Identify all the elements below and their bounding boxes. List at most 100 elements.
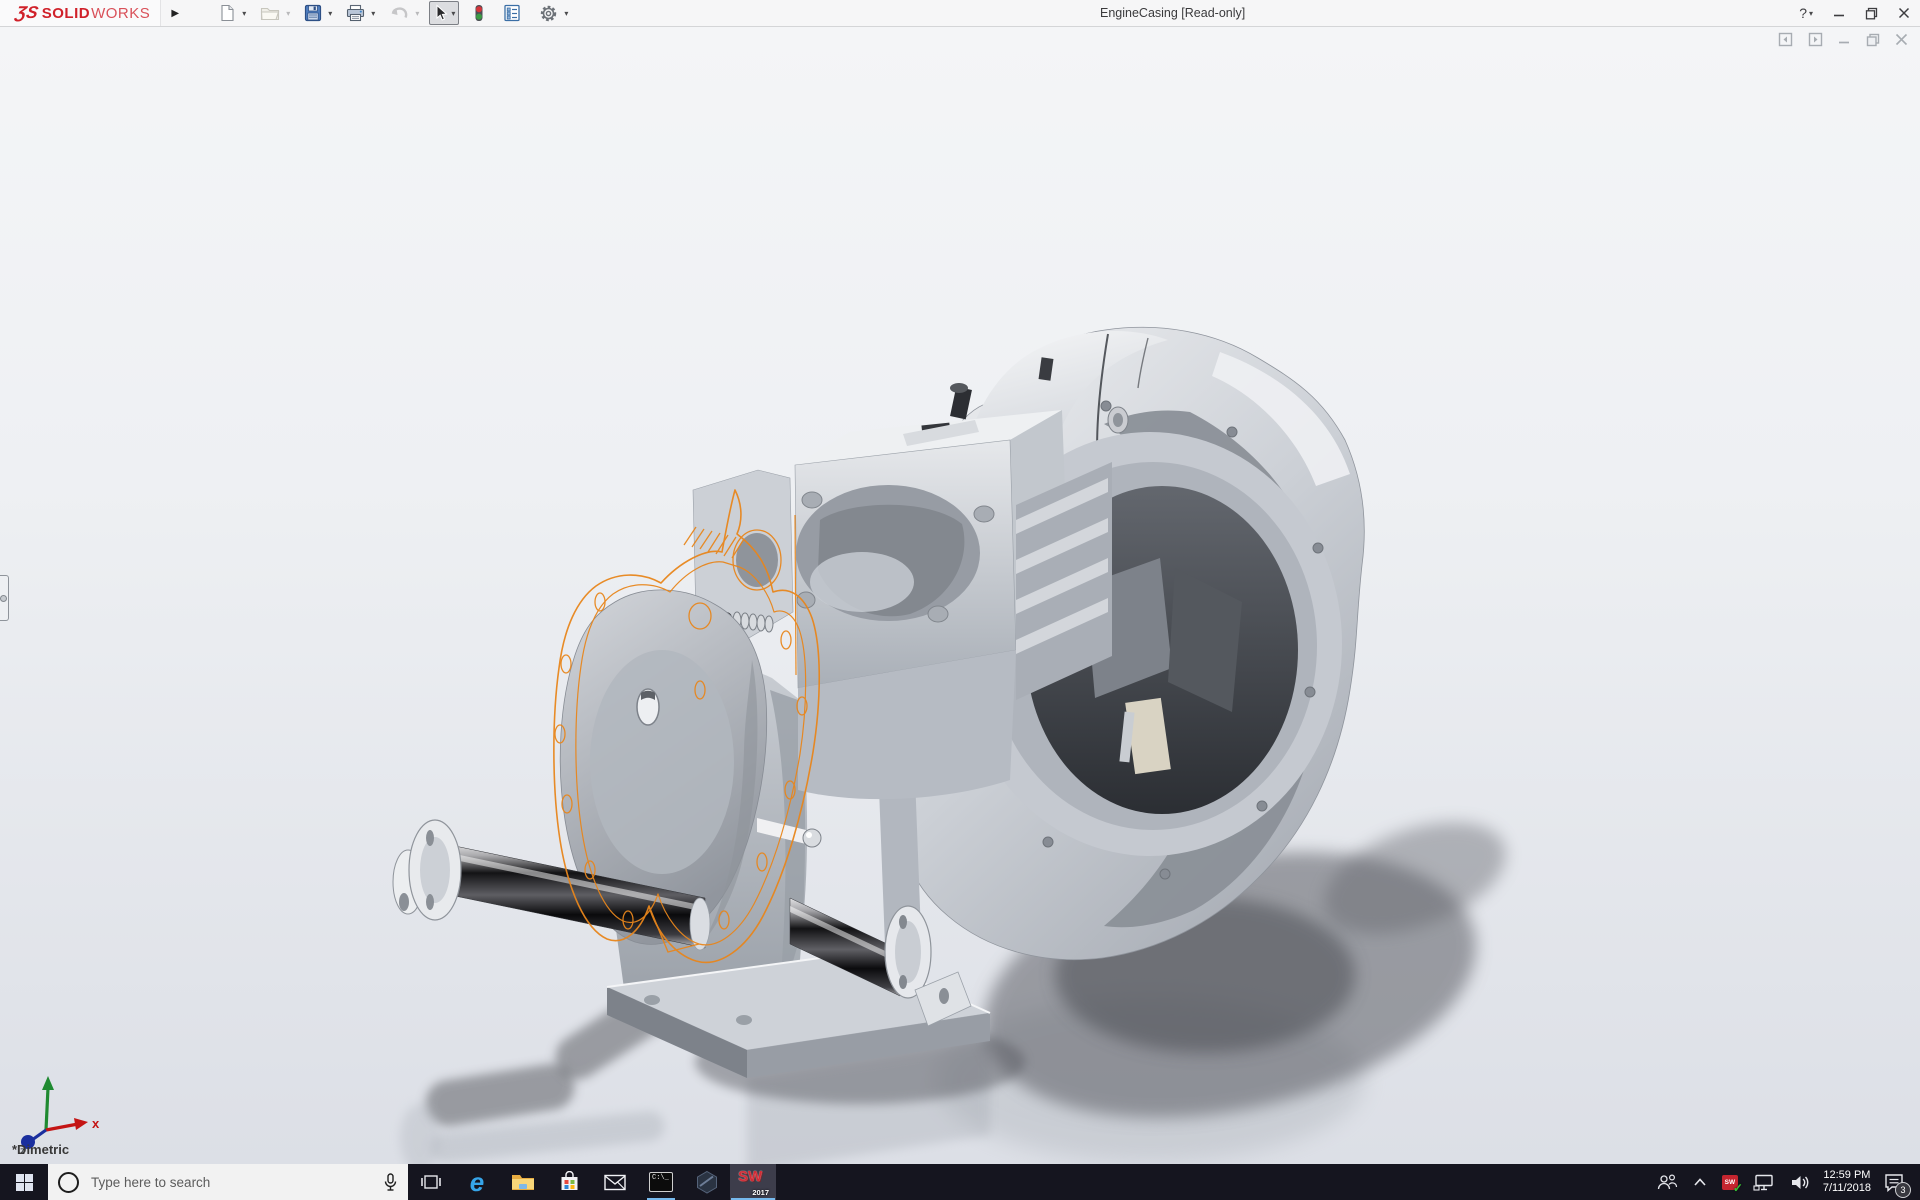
store-icon — [561, 1171, 577, 1190]
taskbar-app-solidworks[interactable]: SW 2017 — [730, 1164, 776, 1200]
view-orientation-label: *Dimetric — [12, 1142, 70, 1157]
brand-name-light: WORKS — [91, 4, 151, 22]
minimize-button[interactable] — [1833, 7, 1845, 19]
pane-right-button[interactable] — [1808, 32, 1823, 47]
taskbar-app-file-explorer[interactable] — [500, 1164, 546, 1200]
network-icon — [1753, 1174, 1773, 1191]
feature-panel-collapse-tab[interactable] — [0, 575, 9, 621]
save-caret[interactable]: ▾ — [328, 9, 332, 18]
close-icon — [1898, 7, 1910, 19]
stoplight-icon — [475, 4, 483, 21]
action-center-button[interactable]: 3 — [1882, 1171, 1911, 1198]
save-floppy-icon — [305, 4, 322, 22]
display-settings-button[interactable] — [499, 1, 525, 25]
pane-left-icon — [1778, 32, 1793, 47]
microphone-icon[interactable] — [383, 1172, 398, 1192]
select-cursor-icon — [436, 4, 449, 21]
quick-access-toolbar: ▾ ▾ ▾ ▾ ▾ ▾ ▾ — [215, 1, 578, 25]
taskbar-search-box[interactable] — [48, 1164, 408, 1200]
taskbar-app-store[interactable] — [546, 1164, 592, 1200]
3d-model-canvas[interactable] — [0, 26, 1920, 1164]
close-button[interactable] — [1898, 7, 1910, 19]
cortana-icon — [58, 1171, 79, 1193]
taskbar-app-mail[interactable] — [592, 1164, 638, 1200]
taskbar-clock[interactable]: 12:59 PM 7/11/2018 — [1823, 1169, 1871, 1195]
start-button[interactable] — [0, 1164, 48, 1200]
windows-taskbar: e C:\_ SW 2017 — [0, 1164, 1920, 1200]
undo-icon — [391, 7, 408, 19]
system-tray: SW ✓ 12:59 PM 7/11/2018 3 — [1654, 1164, 1920, 1200]
people-icon — [1657, 1173, 1677, 1189]
window-controls: ? ▾ — [1799, 0, 1910, 26]
solidworks-logo: ƷS SOLID WORKS — [0, 0, 162, 26]
open-folder-icon — [261, 7, 280, 21]
display-settings-icon — [504, 4, 520, 22]
open-caret[interactable]: ▾ — [286, 9, 290, 18]
triad-x-label: x — [92, 1116, 100, 1131]
taskbar-app-edge[interactable]: e — [454, 1164, 500, 1200]
brand-name-bold: SOLID — [41, 4, 91, 22]
select-tool-caret[interactable]: ▾ — [451, 9, 455, 18]
new-file-icon — [221, 4, 234, 22]
tray-overflow-button[interactable] — [1691, 1175, 1709, 1189]
open-button[interactable] — [256, 1, 284, 25]
check-icon: ✓ — [1732, 1180, 1743, 1195]
help-caret[interactable]: ▾ — [1809, 9, 1813, 18]
command-prompt-icon: C:\_ — [649, 1172, 673, 1192]
restore-button[interactable] — [1865, 7, 1878, 20]
doc-close-icon — [1895, 33, 1908, 46]
pane-right-icon — [1808, 32, 1823, 47]
select-tool-button[interactable]: ▾ — [429, 1, 460, 25]
ds-logo-mark: ƷS — [14, 3, 40, 22]
menu-flyout-arrow-icon[interactable]: ▶ — [165, 3, 185, 23]
windows-logo-icon — [15, 1173, 33, 1191]
clock-date: 7/11/2018 — [1822, 1182, 1871, 1194]
edge-icon: e — [469, 1167, 485, 1197]
volume-button[interactable] — [1788, 1172, 1812, 1193]
doc-minimize-button[interactable] — [1838, 33, 1851, 46]
print-caret[interactable]: ▾ — [371, 9, 375, 18]
solidworks-monitor-tray[interactable]: SW ✓ — [1720, 1173, 1743, 1195]
doc-restore-button[interactable] — [1866, 33, 1880, 47]
search-input[interactable] — [89, 1173, 373, 1191]
options-button[interactable] — [535, 1, 562, 25]
panel-tab-dot — [0, 594, 7, 602]
taskbar-app-hexagon[interactable] — [684, 1164, 730, 1200]
people-button[interactable] — [1654, 1172, 1680, 1193]
options-caret[interactable]: ▾ — [564, 9, 568, 18]
graphics-viewport[interactable]: x z *Dimetric — [0, 26, 1920, 1164]
undo-caret[interactable]: ▾ — [415, 9, 419, 18]
clock-time: 12:59 PM — [1823, 1169, 1871, 1181]
gear-icon — [541, 5, 557, 21]
titlebar: ƷS SOLID WORKS ▶ ▾ ▾ ▾ ▾ ▾ ▾ ▾ EngineCas… — [0, 0, 1920, 27]
mail-icon — [604, 1174, 626, 1190]
doc-restore-icon — [1866, 33, 1880, 46]
save-button[interactable] — [300, 1, 326, 25]
taskbar-app-command-prompt[interactable]: C:\_ — [638, 1164, 684, 1200]
plate-face — [590, 650, 734, 874]
pane-left-button[interactable] — [1778, 32, 1793, 47]
chevron-up-icon — [1694, 1178, 1706, 1186]
new-file-caret[interactable]: ▾ — [242, 9, 246, 18]
print-icon — [347, 4, 365, 22]
notification-badge: 3 — [1895, 1181, 1911, 1198]
solidworks-app-icon: SW 2017 — [738, 1168, 769, 1197]
document-window-controls — [1778, 32, 1908, 47]
help-button[interactable]: ? ▾ — [1799, 5, 1813, 21]
print-button[interactable] — [342, 1, 369, 25]
restore-icon — [1865, 7, 1878, 19]
task-view-button[interactable] — [408, 1164, 454, 1200]
file-explorer-icon — [512, 1175, 534, 1190]
task-view-icon — [421, 1175, 441, 1189]
sw-tray-badge: SW ✓ — [1721, 1174, 1743, 1195]
doc-close-button[interactable] — [1895, 33, 1908, 46]
undo-button[interactable] — [385, 1, 413, 25]
minimize-icon — [1834, 14, 1844, 17]
stoplight-button[interactable] — [469, 1, 489, 25]
network-button[interactable] — [1751, 1172, 1777, 1193]
window-title: EngineCasing [Read-only] — [1100, 6, 1246, 20]
new-file-button[interactable] — [215, 1, 240, 25]
doc-minimize-icon — [1839, 41, 1849, 44]
volume-icon — [1791, 1175, 1809, 1189]
hexagon-app-icon — [697, 1170, 717, 1194]
